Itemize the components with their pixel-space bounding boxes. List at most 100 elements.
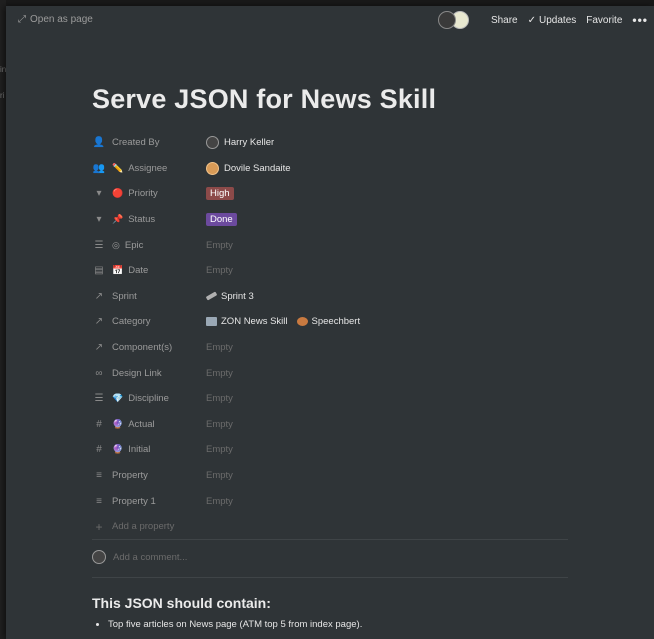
divider	[92, 539, 568, 540]
property-row[interactable]: ↗ Component(s) Empty	[92, 335, 572, 361]
property-row[interactable]: ☰ 💎 Discipline Empty	[92, 386, 572, 412]
property-label: Discipline	[128, 393, 169, 405]
property-value[interactable]: ZON News Skill Speechbert	[206, 316, 369, 327]
select-tag: High	[206, 187, 234, 201]
property-name[interactable]: ↗ Sprint	[92, 291, 206, 302]
divider	[92, 577, 568, 578]
property-name[interactable]: ↗ Component(s)	[92, 342, 206, 353]
more-options-icon[interactable]: •••	[632, 13, 648, 27]
relation-item[interactable]: ZON News Skill	[206, 316, 288, 327]
select-icon: ▾	[96, 188, 102, 200]
property-value[interactable]: Empty	[206, 419, 233, 430]
open-as-page-button[interactable]: ⤢ Open as page	[18, 14, 93, 25]
property-name[interactable]: ≡ Property 1	[92, 496, 206, 507]
relation-icon: ↗	[94, 316, 104, 328]
select-icon: ▾	[96, 214, 102, 226]
property-name[interactable]: ↗ Category	[92, 316, 206, 327]
property-value[interactable]: Done	[206, 213, 237, 227]
empty-value: Empty	[206, 444, 233, 456]
property-label: Property 1	[112, 495, 156, 507]
property-name[interactable]: ☰ 💎 Discipline	[92, 393, 206, 404]
page-icon	[206, 317, 217, 327]
property-value[interactable]: Harry Keller	[206, 136, 275, 150]
property-name[interactable]: ∞ Design Link	[92, 368, 206, 379]
property-row[interactable]: 👥 ✏️ Assignee Dovile Sandaite	[92, 156, 572, 182]
favorite-button[interactable]: Favorite	[586, 15, 622, 26]
updates-label: Updates	[539, 14, 577, 26]
property-row[interactable]: # 🔮 Actual Empty	[92, 412, 572, 438]
relation-label: Speechbert	[311, 316, 361, 328]
property-name[interactable]: # 🔮 Actual	[92, 419, 206, 430]
property-row[interactable]: ↗ Sprint Sprint 3	[92, 284, 572, 310]
property-row[interactable]: ↗ Category ZON News Skill Speechbert	[92, 309, 572, 335]
text-icon: ≡	[96, 495, 102, 507]
comment-placeholder: Add a comment...	[113, 551, 188, 563]
content-heading[interactable]: This JSON should contain:	[92, 595, 271, 611]
property-value[interactable]: Empty	[206, 393, 233, 404]
property-emoji-icon: 🔴	[112, 188, 124, 199]
property-label: Component(s)	[112, 342, 173, 354]
page-icon	[205, 291, 218, 301]
property-label: Assignee	[128, 162, 168, 174]
property-row[interactable]: ▾ 🔴 Priority High	[92, 181, 572, 207]
property-row[interactable]: # 🔮 Initial Empty	[92, 437, 572, 463]
page-title[interactable]: Serve JSON for News Skill	[92, 84, 436, 115]
property-value[interactable]: High	[206, 187, 234, 201]
property-name[interactable]: ☰ ◎ Epic	[92, 240, 206, 251]
property-row[interactable]: ▤ 📅 Date Empty	[92, 258, 572, 284]
background-edge-text: ri	[0, 91, 5, 100]
list-item[interactable]: Top five articles on News page (ATM top …	[108, 619, 362, 630]
relation-icon: ↗	[94, 342, 104, 354]
property-row[interactable]: ▾ 📌 Status Done	[92, 207, 572, 233]
page-peek-panel: ⤢ Open as page Share ✓ Updates Favorite …	[6, 6, 654, 639]
empty-value: Empty	[206, 393, 233, 405]
updates-button[interactable]: ✓ Updates	[528, 15, 577, 26]
share-button[interactable]: Share	[491, 15, 518, 26]
property-name[interactable]: 👥 ✏️ Assignee	[92, 163, 206, 174]
property-label: Priority	[128, 188, 158, 200]
property-name[interactable]: ≡ Property	[92, 470, 206, 481]
hash-icon: #	[96, 444, 102, 456]
property-label: Property	[112, 470, 148, 482]
property-name[interactable]: ▤ 📅 Date	[92, 265, 206, 276]
property-row[interactable]: 👤 Created By Harry Keller	[92, 130, 572, 156]
property-value[interactable]: Empty	[206, 444, 233, 455]
property-label: Status	[128, 214, 156, 226]
expand-icon: ⤢	[18, 14, 26, 25]
property-name[interactable]: # 🔮 Initial	[92, 444, 206, 455]
property-name[interactable]: ▾ 🔴 Priority	[92, 188, 206, 199]
property-row[interactable]: ≡ Property Empty	[92, 463, 572, 489]
empty-value: Empty	[206, 495, 233, 507]
add-comment-field[interactable]: Add a comment...	[92, 550, 187, 564]
collaborator-avatars[interactable]	[437, 11, 469, 29]
property-row[interactable]: ∞ Design Link Empty	[92, 360, 572, 386]
property-row[interactable]: ☰ ◎ Epic Empty	[92, 232, 572, 258]
property-label: Initial	[128, 444, 151, 456]
people-icon: 👥	[92, 162, 106, 174]
avatar	[437, 11, 456, 29]
relation-item[interactable]: Speechbert	[296, 316, 361, 328]
property-value[interactable]: Dovile Sandaite	[206, 161, 291, 175]
relation-item[interactable]: Sprint 3	[205, 291, 254, 302]
page-icon	[296, 317, 308, 327]
calendar-icon: ▤	[94, 265, 104, 277]
property-name[interactable]: 👤 Created By	[92, 137, 206, 148]
property-name[interactable]: ▾ 📌 Status	[92, 214, 206, 225]
text-icon: ≡	[96, 470, 102, 482]
property-value[interactable]: Empty	[206, 368, 233, 379]
property-value[interactable]: Empty	[206, 342, 233, 353]
add-property-button[interactable]: + Add a property	[92, 514, 572, 540]
person-name: Harry Keller	[224, 137, 275, 149]
property-value[interactable]: Empty	[206, 496, 233, 507]
avatar	[92, 550, 106, 564]
property-value[interactable]: Empty	[206, 240, 233, 251]
relation-label: ZON News Skill	[221, 316, 288, 328]
property-value[interactable]: Sprint 3	[205, 291, 263, 302]
property-value[interactable]: Empty	[206, 265, 233, 276]
property-label: Design Link	[112, 367, 162, 379]
select-tag: Done	[206, 213, 237, 227]
property-emoji-icon: 🔮	[112, 444, 124, 455]
property-row[interactable]: ≡ Property 1 Empty	[92, 488, 572, 514]
property-value[interactable]: Empty	[206, 470, 233, 481]
person-icon: 👤	[92, 137, 106, 149]
